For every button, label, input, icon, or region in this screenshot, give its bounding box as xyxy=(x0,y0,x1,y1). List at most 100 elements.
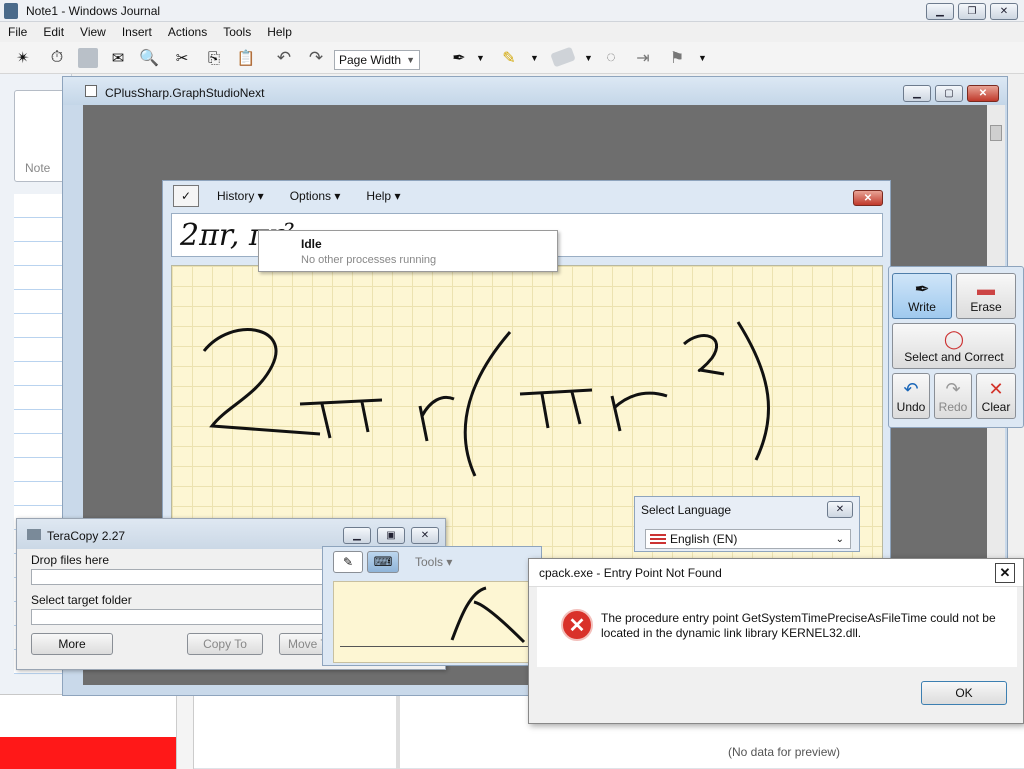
erase-button[interactable]: ▬ Erase xyxy=(956,273,1016,319)
target-folder-field[interactable] xyxy=(31,609,331,625)
target-folder-label: Select target folder xyxy=(31,593,132,607)
journal-close-button[interactable]: ✕ xyxy=(990,3,1018,20)
clear-label: Clear xyxy=(981,399,1011,414)
insert-space-icon[interactable]: ⇥ xyxy=(632,48,654,68)
select-correct-label: Select and Correct xyxy=(904,349,1004,364)
red-block xyxy=(0,737,176,769)
eraser-icon[interactable] xyxy=(550,46,576,68)
drop-files-field[interactable] xyxy=(31,569,331,585)
teracopy-app-icon xyxy=(27,529,41,540)
graphstudio-maximize-button[interactable]: ▢ xyxy=(935,85,963,102)
chevron-down-icon: ⌄ xyxy=(835,533,844,545)
send-icon[interactable]: ✉ xyxy=(108,48,128,68)
save-icon[interactable] xyxy=(78,48,98,68)
menu-insert[interactable]: Insert xyxy=(114,22,160,42)
scrollbar-thumb[interactable] xyxy=(990,125,1002,141)
undo-label: Undo xyxy=(896,399,926,414)
select-language-close-button[interactable]: ✕ xyxy=(827,501,853,518)
undo-icon[interactable]: ↶ xyxy=(274,48,294,68)
error-close-button[interactable]: ✕ xyxy=(995,563,1015,583)
lasso-icon[interactable]: ◌ xyxy=(600,48,622,68)
highlighter-icon[interactable]: ✎ xyxy=(498,48,520,68)
menu-file[interactable]: File xyxy=(0,22,35,42)
flag-icon[interactable]: ⚑ xyxy=(666,48,688,68)
tip-tools-menu[interactable]: Tools ▾ xyxy=(415,555,452,569)
tip-write-button[interactable]: ✎ xyxy=(333,551,363,573)
ink-r-1 xyxy=(418,395,455,442)
menu-options[interactable]: Options ▾ xyxy=(290,189,341,203)
panel-divider xyxy=(176,695,194,769)
panel-divider-2 xyxy=(396,695,400,769)
teracopy-title: TeraCopy 2.27 xyxy=(47,529,126,543)
math-close-button[interactable]: ✕ xyxy=(853,190,883,206)
menu-view[interactable]: View xyxy=(72,22,114,42)
menu-edit[interactable]: Edit xyxy=(35,22,72,42)
zoom-select[interactable]: Page Width ▼ xyxy=(334,50,420,70)
teracopy-minimize-button[interactable]: ▁ xyxy=(343,527,371,544)
journal-restore-button[interactable]: ❐ xyxy=(958,3,986,20)
graphstudio-close-button[interactable]: ✕ xyxy=(967,85,999,102)
error-icon: ✕ xyxy=(561,609,593,641)
journal-app-icon xyxy=(4,3,18,19)
more-button[interactable]: More xyxy=(31,633,113,655)
flag-dropdown-icon[interactable]: ▼ xyxy=(698,53,707,63)
pen-icon: ✒ xyxy=(914,278,930,299)
page-thumbnail-label: Note xyxy=(25,161,51,175)
teracopy-maximize-button[interactable]: ▣ xyxy=(377,527,405,544)
redo-icon[interactable]: ↷ xyxy=(306,48,326,68)
select-correct-button[interactable]: ◯ Select and Correct xyxy=(892,323,1016,369)
menu-actions[interactable]: Actions xyxy=(160,22,215,42)
drop-files-label: Drop files here xyxy=(31,553,110,567)
redo-button[interactable]: ↷ Redo xyxy=(934,373,972,419)
select-language-title: Select Language xyxy=(641,503,732,517)
find-icon[interactable]: 🔍 xyxy=(138,48,160,68)
redo-label: Redo xyxy=(938,399,968,414)
cut-icon[interactable]: ✂ xyxy=(172,48,192,68)
copy-icon[interactable]: ⎘ xyxy=(204,48,224,68)
select-language-dialog: Select Language ✕ English (EN) ⌄ xyxy=(634,496,860,552)
eraser-icon: ▬ xyxy=(977,278,995,299)
eraser-dropdown-icon[interactable]: ▼ xyxy=(584,53,593,63)
ink-pi-2 xyxy=(519,388,593,429)
clear-button[interactable]: ✕ Clear xyxy=(976,373,1016,419)
tip-ink xyxy=(450,586,526,644)
graphstudio-title: CPlusSharp.GraphStudioNext xyxy=(105,86,265,100)
journal-title: Note1 - Windows Journal xyxy=(26,4,161,18)
tip-panel: ✎ ⌨ Tools ▾ xyxy=(322,546,542,666)
no-data-preview: (No data for preview) xyxy=(728,745,841,759)
language-select[interactable]: English (EN) ⌄ xyxy=(645,529,851,549)
menu-history[interactable]: History ▾ xyxy=(217,189,264,203)
idle-tooltip-title: Idle xyxy=(301,237,322,251)
write-button[interactable]: ✒ Write xyxy=(892,273,952,319)
lasso-icon: ◯ xyxy=(943,328,965,349)
pen-icon[interactable]: ✒ xyxy=(448,48,470,68)
paste-icon[interactable]: 📋 xyxy=(236,48,256,68)
teracopy-close-button[interactable]: ✕ xyxy=(411,527,439,544)
journal-toolbar: ✴ ⏱ ✉ 🔍 ✂ ⎘ 📋 ↶ ↷ Page Width ▼ ✒ ▼ ✎ ▼ ▼… xyxy=(0,42,1024,74)
more-label: More xyxy=(58,637,86,651)
chevron-down-icon: ▼ xyxy=(406,55,415,65)
open-icon[interactable]: ⏱ xyxy=(46,48,68,68)
tip-keyboard-button[interactable]: ⌨ xyxy=(367,551,399,573)
menu-math-help[interactable]: Help ▾ xyxy=(366,189,400,203)
ink-open-paren xyxy=(463,331,512,477)
menu-tools[interactable]: Tools xyxy=(215,22,259,42)
menu-help[interactable]: Help xyxy=(259,22,300,42)
ink-digit-2 xyxy=(202,328,321,436)
ink-r-2 xyxy=(610,391,668,432)
copy-to-label: Copy To xyxy=(203,637,247,651)
tip-writing-area[interactable] xyxy=(333,581,539,663)
redo-icon: ↷ xyxy=(945,378,961,399)
journal-minimize-button[interactable]: ▁ xyxy=(926,3,954,20)
pen-dropdown-icon[interactable]: ▼ xyxy=(476,53,485,63)
error-dialog: cpack.exe - Entry Point Not Found ✕ ✕ Th… xyxy=(528,558,1024,724)
undo-button[interactable]: ↶ Undo xyxy=(892,373,930,419)
graphstudio-minimize-button[interactable]: ▁ xyxy=(903,85,931,102)
highlighter-dropdown-icon[interactable]: ▼ xyxy=(530,53,539,63)
us-flag-icon xyxy=(650,533,666,545)
new-note-icon[interactable]: ✴ xyxy=(12,48,34,68)
zoom-select-value: Page Width xyxy=(339,53,402,67)
ok-button[interactable]: OK xyxy=(921,681,1007,705)
copy-to-button[interactable]: Copy To xyxy=(187,633,263,655)
tool-palette: ✒ Write ▬ Erase ◯ Select and Correct ↶ Undo … xyxy=(888,266,1024,428)
